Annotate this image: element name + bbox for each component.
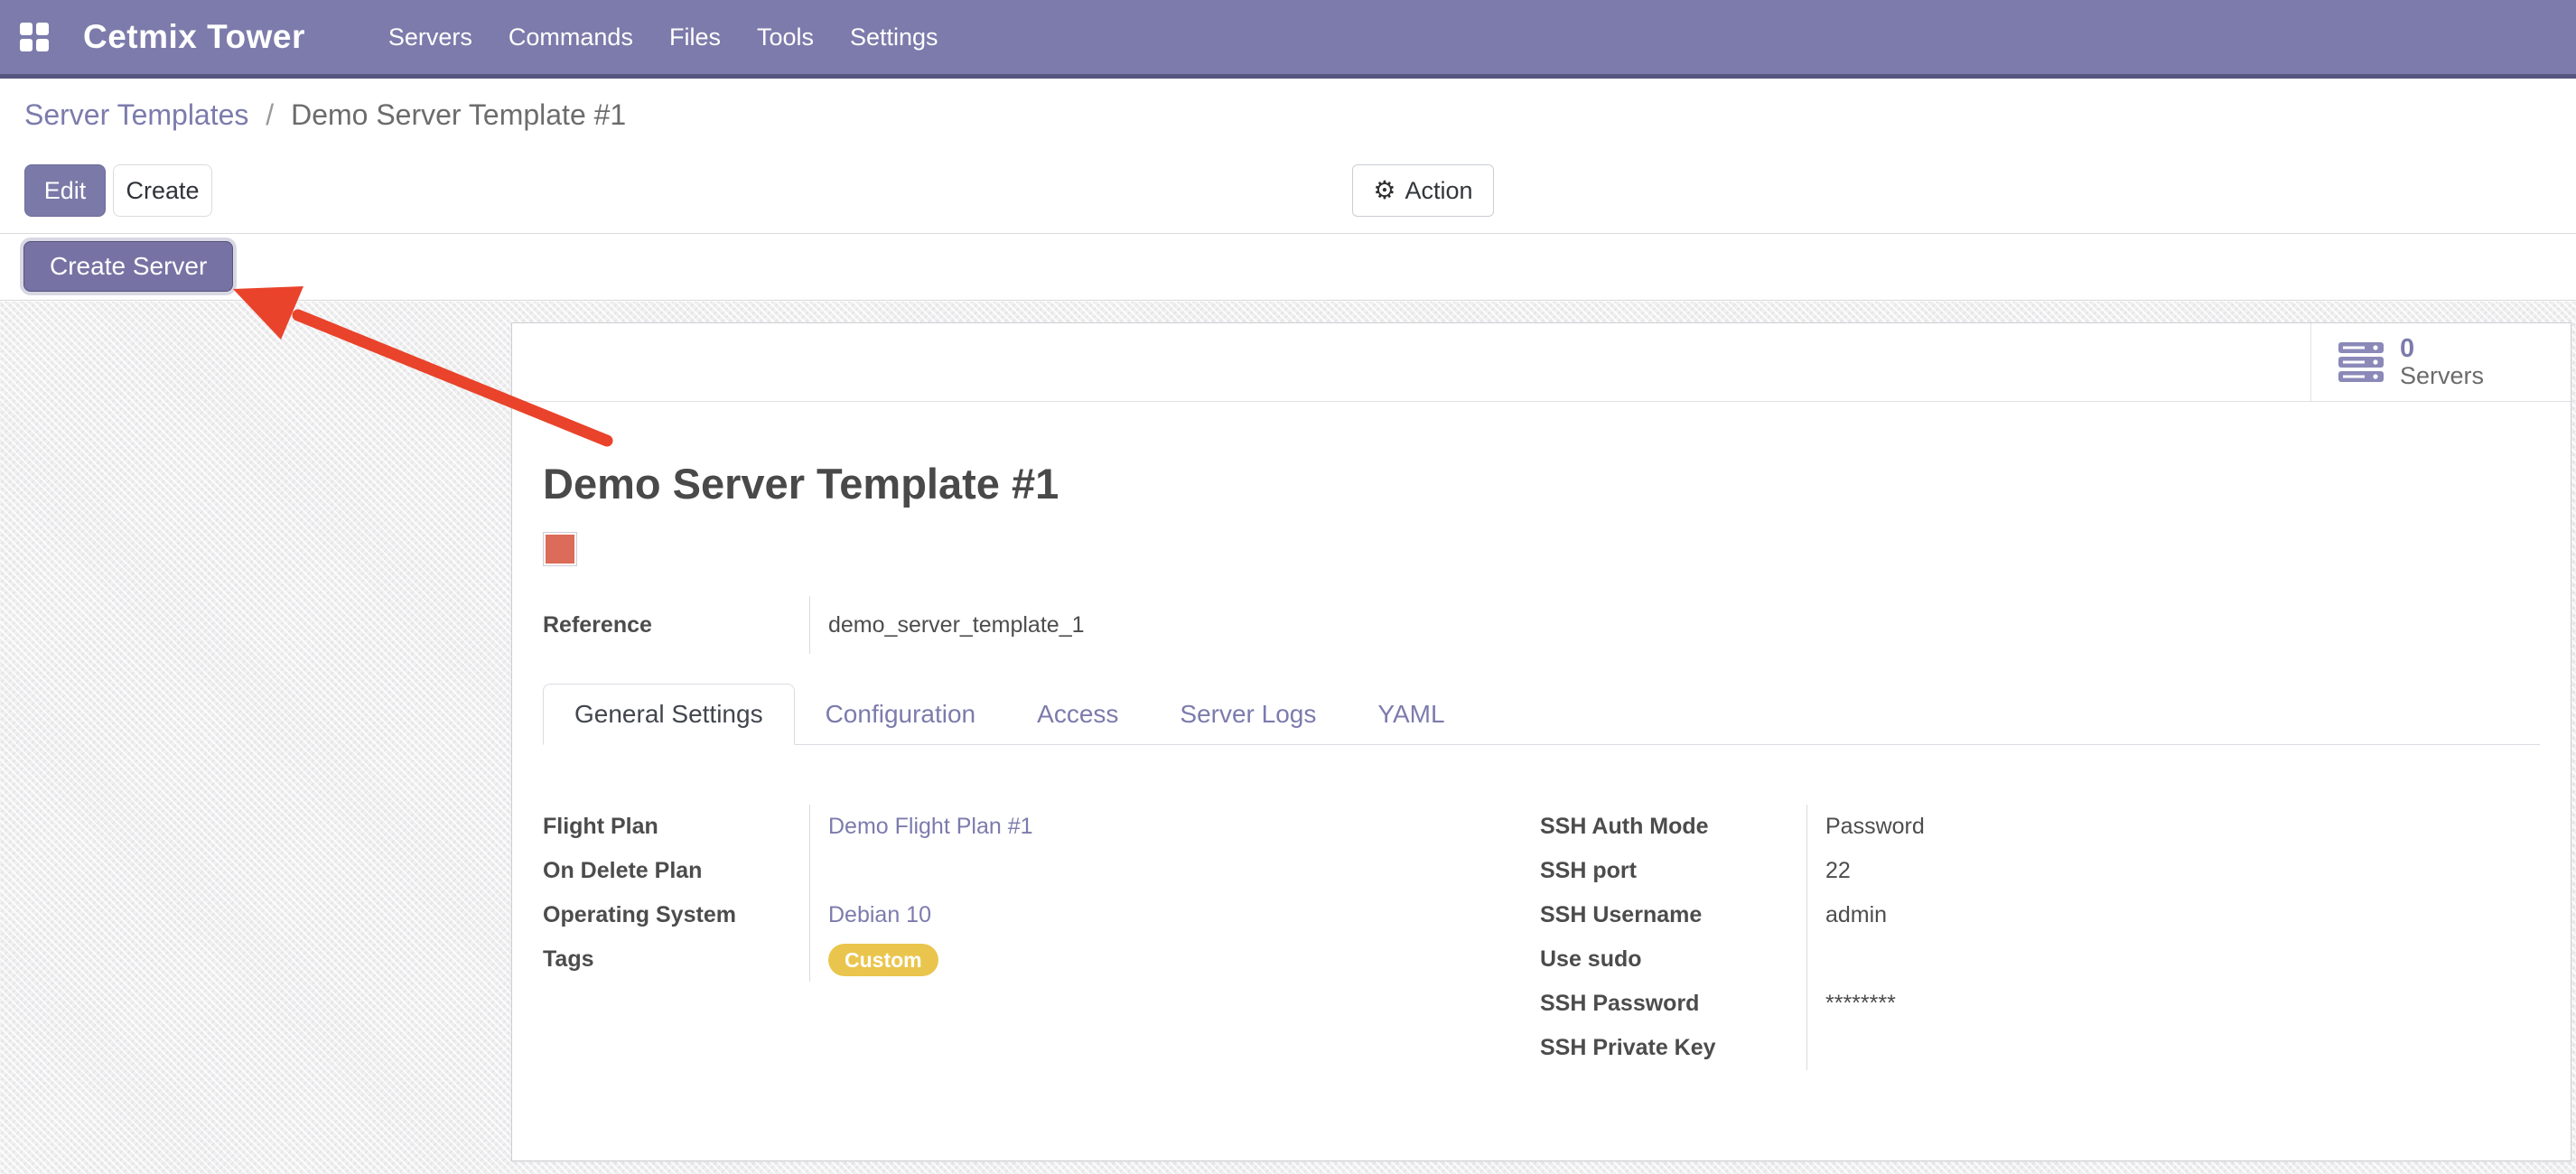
tab-bar: General SettingsConfigurationAccessServe…	[543, 684, 2540, 745]
control-panel: Server Templates / Demo Server Template …	[0, 79, 2576, 301]
nav-item-settings[interactable]: Settings	[832, 0, 957, 74]
field-row-tags: Tags Custom	[543, 937, 1491, 982]
form-view-background: 0 Servers Demo Server Template #1 Refere…	[0, 302, 2576, 1174]
nav-item-servers[interactable]: Servers	[370, 0, 490, 74]
record-card: 0 Servers Demo Server Template #1 Refere…	[511, 322, 2571, 1161]
nav-item-commands[interactable]: Commands	[490, 0, 651, 74]
field-label-on-delete-plan: On Delete Plan	[543, 858, 809, 884]
field-row-ssh-password: SSH Password********	[1540, 982, 2540, 1026]
nav-item-files[interactable]: Files	[651, 0, 739, 74]
field-row-ssh-port: SSH port22	[1540, 849, 2540, 893]
field-row-use-sudo: Use sudo	[1540, 937, 2540, 982]
nav-item-tools[interactable]: Tools	[739, 0, 832, 74]
tab-access[interactable]: Access	[1006, 685, 1149, 744]
stat-text: 0 Servers	[2400, 335, 2484, 389]
field-value-on-delete-plan	[809, 849, 1491, 893]
stat-count: 0	[2400, 335, 2484, 362]
field-label-tags: Tags	[543, 946, 809, 973]
field-group-right: SSH Auth ModePasswordSSH port22SSH Usern…	[1540, 805, 2540, 1070]
field-row-ssh-username: SSH Usernameadmin	[1540, 893, 2540, 937]
tab-server-logs[interactable]: Server Logs	[1149, 685, 1347, 744]
reference-group: Reference demo_server_template_1	[543, 596, 2540, 654]
field-row-ssh-auth-mode: SSH Auth ModePassword	[1540, 805, 2540, 849]
apps-menu-icon[interactable]	[20, 23, 49, 51]
field-row-flight-plan: Flight Plan Demo Flight Plan #1	[543, 805, 1491, 849]
tag-badge: Custom	[828, 944, 938, 976]
field-label-ssh-auth-mode: SSH Auth Mode	[1540, 814, 1806, 840]
stat-label: Servers	[2400, 362, 2484, 389]
divider	[0, 233, 2576, 234]
top-navbar: Cetmix Tower ServersCommandsFilesToolsSe…	[0, 0, 2576, 79]
tab-content: Flight Plan Demo Flight Plan #1 On Delete …	[543, 805, 2540, 1070]
field-row-reference: Reference demo_server_template_1	[543, 596, 2540, 654]
field-group-left: Flight Plan Demo Flight Plan #1 On Delete …	[543, 805, 1491, 1070]
field-label-operating-system: Operating System	[543, 902, 809, 928]
field-link-operating-system[interactable]: Debian 10	[828, 902, 931, 928]
action-button-label: Action	[1405, 177, 1473, 205]
tab-yaml[interactable]: YAML	[1347, 685, 1475, 744]
nav-menu: ServersCommandsFilesToolsSettings	[370, 0, 957, 74]
field-value-ssh-auth-mode: Password	[1806, 805, 2540, 849]
field-row-operating-system: Operating System Debian 10	[543, 893, 1491, 937]
record-title: Demo Server Template #1	[543, 458, 2540, 510]
field-value-reference: demo_server_template_1	[809, 596, 2540, 654]
server-icon	[2338, 342, 2384, 382]
field-label-ssh-port: SSH port	[1540, 858, 1806, 884]
field-label-use-sudo: Use sudo	[1540, 946, 1806, 973]
tab-configuration[interactable]: Configuration	[795, 685, 1007, 744]
field-label-ssh-private-key: SSH Private Key	[1540, 1035, 1806, 1061]
field-row-on-delete-plan: On Delete Plan	[543, 849, 1491, 893]
field-label-reference: Reference	[543, 612, 809, 638]
servers-stat-button[interactable]: 0 Servers	[2310, 323, 2571, 401]
field-label-flight-plan: Flight Plan	[543, 814, 809, 840]
record-sheet: Demo Server Template #1 Reference demo_s…	[512, 458, 2571, 1070]
gear-icon: ⚙	[1373, 178, 1395, 203]
field-value-ssh-port: 22	[1806, 849, 2540, 893]
edit-button[interactable]: Edit	[24, 164, 106, 217]
field-label-ssh-username: SSH Username	[1540, 902, 1806, 928]
action-button[interactable]: ⚙ Action	[1352, 164, 1494, 217]
field-value-operating-system: Debian 10	[809, 893, 1491, 937]
field-value-tags: Custom	[809, 937, 1491, 982]
breadcrumb-separator: /	[266, 98, 274, 131]
breadcrumb-current: Demo Server Template #1	[291, 98, 626, 131]
create-server-button[interactable]: Create Server	[23, 241, 233, 292]
breadcrumb: Server Templates / Demo Server Template …	[24, 98, 626, 132]
field-link-flight-plan[interactable]: Demo Flight Plan #1	[828, 814, 1033, 840]
field-value-ssh-private-key	[1806, 1026, 2540, 1070]
create-button[interactable]: Create	[113, 164, 212, 217]
button-box: 0 Servers	[512, 323, 2571, 402]
breadcrumb-parent-link[interactable]: Server Templates	[24, 98, 248, 131]
field-value-flight-plan: Demo Flight Plan #1	[809, 805, 1491, 849]
app-brand[interactable]: Cetmix Tower	[83, 18, 305, 56]
field-label-ssh-password: SSH Password	[1540, 991, 1806, 1017]
color-swatch	[543, 532, 577, 566]
field-row-ssh-private-key: SSH Private Key	[1540, 1026, 2540, 1070]
field-value-ssh-username: admin	[1806, 893, 2540, 937]
field-value-use-sudo	[1806, 937, 2540, 982]
field-value-ssh-password: ********	[1806, 982, 2540, 1026]
tab-general-settings[interactable]: General Settings	[543, 684, 795, 745]
